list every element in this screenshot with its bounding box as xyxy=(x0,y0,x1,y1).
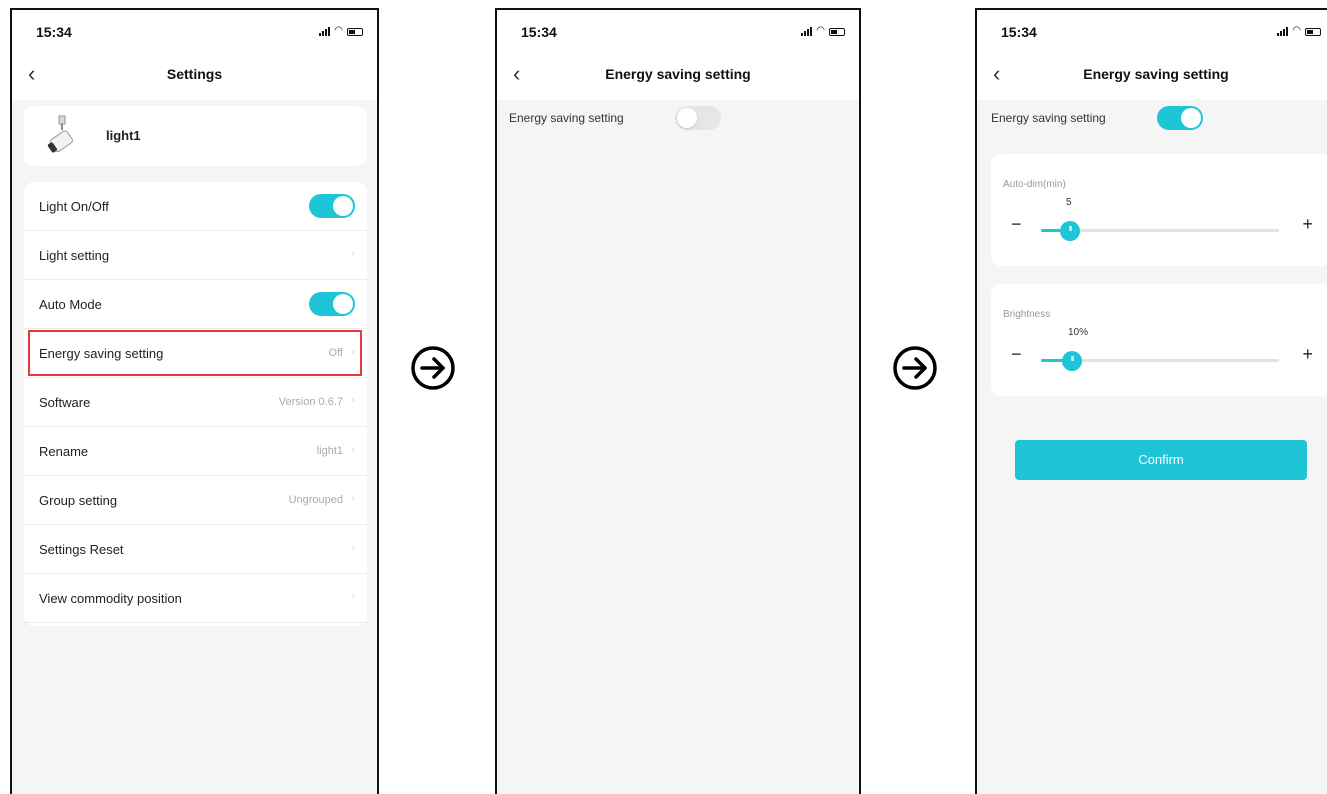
auto-mode-toggle[interactable] xyxy=(309,292,355,316)
row-value: Ungrouped xyxy=(288,494,343,506)
status-icons: ◠ xyxy=(319,26,363,36)
energy-saving-toggle[interactable] xyxy=(675,106,721,130)
row-software[interactable]: Software Version 0.6.7 › xyxy=(24,378,367,427)
page-title: Energy saving setting xyxy=(1083,66,1229,82)
battery-icon xyxy=(829,28,845,36)
wifi-icon: ◠ xyxy=(816,25,825,36)
status-icons: ◠ xyxy=(1277,26,1321,36)
auto-dim-slider[interactable] xyxy=(1041,221,1279,241)
brightness-label: Brightness xyxy=(1003,309,1051,320)
auto-dim-card: Auto-dim(min) 5 − + xyxy=(991,154,1327,266)
row-settings-reset[interactable]: Settings Reset › xyxy=(24,525,367,574)
row-group-setting[interactable]: Group setting Ungrouped › xyxy=(24,476,367,525)
settings-screen: 15:34 ◠ ‹ Settings light1 Light On/Off L… xyxy=(10,8,379,794)
settings-list: Light On/Off Light setting › Auto Mode E… xyxy=(24,182,367,626)
brightness-card: Brightness 10% − + xyxy=(991,284,1327,396)
confirm-button[interactable]: Confirm xyxy=(1015,440,1307,480)
energy-saving-screen-off: 15:34 ◠ ‹ Energy saving setting Energy s… xyxy=(495,8,861,794)
chevron-right-icon: › xyxy=(351,493,355,504)
row-light-setting[interactable]: Light setting › xyxy=(24,231,367,280)
brightness-slider[interactable] xyxy=(1041,351,1279,371)
nav-bar: ‹ Settings xyxy=(12,52,377,100)
row-label: Light On/Off xyxy=(39,199,109,214)
brightness-minus-button[interactable]: − xyxy=(1011,344,1022,365)
auto-dim-minus-button[interactable]: − xyxy=(1011,214,1022,235)
row-label: Light setting xyxy=(39,248,110,263)
brightness-slider-thumb[interactable] xyxy=(1062,351,1082,371)
auto-dim-value: 5 xyxy=(1066,197,1072,208)
row-label: Software xyxy=(39,395,91,410)
row-label: View commodity position xyxy=(39,591,182,606)
row-label: Auto Mode xyxy=(39,297,102,312)
wifi-icon: ◠ xyxy=(334,25,343,36)
arrow-right-circle-icon xyxy=(893,346,937,390)
arrow-right-circle-icon xyxy=(411,346,455,390)
nav-bar: ‹ Energy saving setting xyxy=(497,52,859,100)
status-bar: 15:34 ◠ xyxy=(977,10,1327,52)
row-light-on-off[interactable]: Light On/Off xyxy=(24,182,367,231)
chevron-right-icon: › xyxy=(351,542,355,553)
signal-icon xyxy=(801,26,813,36)
wifi-icon: ◠ xyxy=(1292,25,1301,36)
brightness-plus-button[interactable]: + xyxy=(1302,344,1313,365)
nav-bar: ‹ Energy saving setting xyxy=(977,52,1327,100)
row-label: Group setting xyxy=(39,493,118,508)
chevron-right-icon: › xyxy=(351,444,355,455)
row-label: Settings Reset xyxy=(39,542,124,557)
highlight-box xyxy=(28,330,362,376)
page-title: Energy saving setting xyxy=(605,66,751,82)
battery-icon xyxy=(1305,28,1321,36)
row-view-commodity-position[interactable]: View commodity position › xyxy=(24,574,367,623)
energy-saving-toggle[interactable] xyxy=(1157,106,1203,130)
device-name: light1 xyxy=(106,128,141,143)
status-time: 15:34 xyxy=(1001,24,1037,40)
row-label: Rename xyxy=(39,444,89,459)
status-time: 15:34 xyxy=(521,24,557,40)
status-bar: 15:34 ◠ xyxy=(12,10,377,52)
chevron-right-icon: › xyxy=(351,248,355,259)
auto-dim-label: Auto-dim(min) xyxy=(1003,179,1066,190)
auto-dim-slider-thumb[interactable] xyxy=(1060,221,1080,241)
row-value: Version 0.6.7 xyxy=(278,396,343,408)
row-auto-mode[interactable]: Auto Mode xyxy=(24,280,367,329)
energy-saving-label: Energy saving setting xyxy=(509,111,624,125)
status-icons: ◠ xyxy=(801,26,845,36)
row-value: light1 xyxy=(316,445,343,457)
signal-icon xyxy=(1277,26,1289,36)
spotlight-icon xyxy=(47,115,73,153)
signal-icon xyxy=(319,26,331,36)
device-card: light1 xyxy=(24,106,367,166)
energy-saving-label: Energy saving setting xyxy=(991,111,1106,125)
energy-saving-screen-on: 15:34 ◠ ‹ Energy saving setting Energy s… xyxy=(975,8,1327,794)
chevron-right-icon: › xyxy=(351,591,355,602)
brightness-value: 10% xyxy=(1068,327,1089,338)
light-toggle[interactable] xyxy=(309,194,355,218)
battery-icon xyxy=(347,28,363,36)
auto-dim-plus-button[interactable]: + xyxy=(1302,214,1313,235)
row-rename[interactable]: Rename light1 › xyxy=(24,427,367,476)
page-title: Settings xyxy=(166,66,223,82)
status-time: 15:34 xyxy=(36,24,72,40)
chevron-right-icon: › xyxy=(351,395,355,406)
status-bar: 15:34 ◠ xyxy=(497,10,859,52)
